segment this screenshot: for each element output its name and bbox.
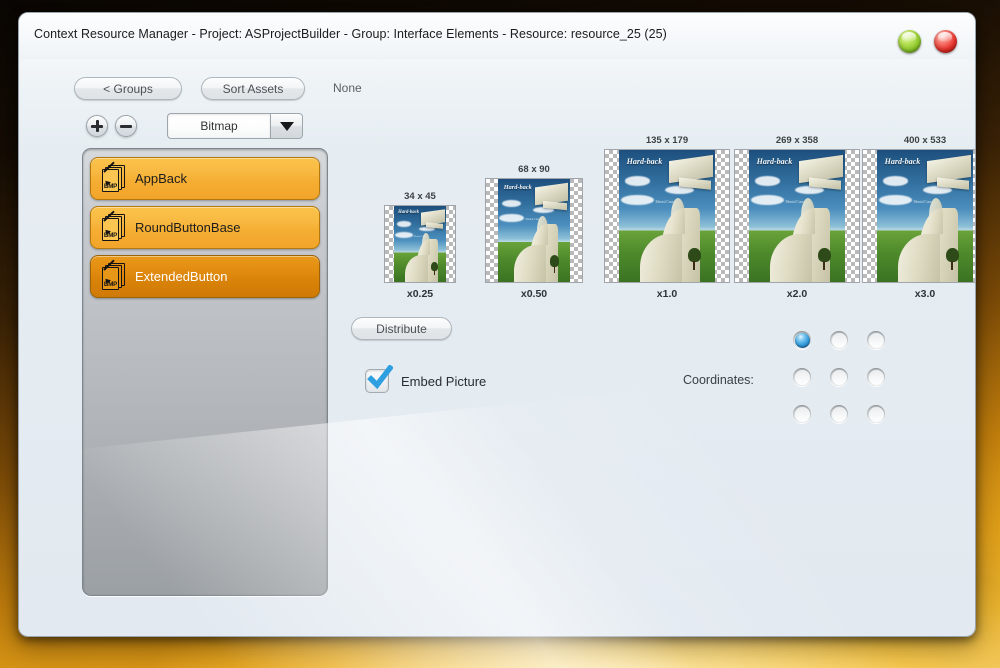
asset-list-item-label: ExtendedButton: [135, 269, 228, 284]
coordinates-block: Coordinates:: [683, 331, 898, 431]
coordinates-anchor-grid[interactable]: [793, 331, 888, 425]
asset-list-item[interactable]: BMP RoundButtonBase: [90, 206, 320, 249]
coordinates-label: Coordinates:: [683, 373, 754, 387]
radio-dot: [831, 406, 847, 422]
sort-status-label: None: [333, 81, 362, 95]
thumbnail-image[interactable]: Hard-back Mental Case: [862, 149, 975, 283]
remove-asset-button[interactable]: [115, 115, 137, 137]
asset-list-item-label: AppBack: [135, 171, 188, 186]
plus-icon: [96, 120, 99, 132]
coordinate-radio-top-center[interactable]: [830, 331, 848, 349]
radio-dot: [868, 332, 884, 348]
artwork-canvas: Hard-back Mental Case: [394, 206, 446, 282]
radio-dot: [868, 406, 884, 422]
thumbnail-scale-label: x3.0: [914, 288, 936, 300]
preview-thumbnail: 135 x 179 Hard-back Mental Case x1.0: [604, 135, 730, 300]
thumbnail-dimensions-label: 68 x 90: [518, 164, 550, 175]
embed-picture-row[interactable]: Embed Picture: [365, 365, 487, 393]
groups-back-button[interactable]: < Groups: [74, 77, 182, 100]
coordinate-radio-top-right[interactable]: [867, 331, 885, 349]
radio-dot: [831, 332, 847, 348]
asset-list-item-label: RoundButtonBase: [135, 220, 241, 235]
embed-picture-checkbox[interactable]: [365, 365, 393, 393]
checkmark-icon: [367, 365, 393, 390]
thumbnail-scale-label: x0.25: [406, 288, 434, 300]
embed-picture-label: Embed Picture: [401, 373, 487, 389]
thumbnail-scale-label: x2.0: [786, 288, 808, 300]
coordinate-radio-top-left[interactable]: [793, 331, 811, 349]
close-orb-button[interactable]: [934, 30, 957, 53]
sort-assets-button[interactable]: Sort Assets: [201, 77, 305, 100]
thumbnail-dimensions-label: 269 x 358: [775, 135, 819, 146]
thumbnail-dimensions-label: 400 x 533: [903, 135, 947, 146]
thumbnail-scale-label: x0.50: [520, 288, 548, 300]
preview-thumbnail-strip: 34 x 45 Hard-back Mental Case x0.25 68 x 90 H…: [351, 135, 975, 300]
asset-list-panel[interactable]: BMP AppBack BMP RoundButtonBase BMP ExtendedB…: [82, 148, 328, 596]
radio-dot: [794, 406, 810, 422]
title-bar: Context Resource Manager - Project: ASPr…: [19, 13, 975, 59]
desktop-background: Context Resource Manager - Project: ASPr…: [0, 0, 1000, 668]
minimize-orb-button[interactable]: [898, 30, 921, 53]
artwork-canvas: Hard-back Mental Case: [619, 150, 715, 282]
preview-thumbnail: 400 x 533 Hard-back Mental Case x3.0: [862, 135, 975, 300]
coordinate-radio-middle-right[interactable]: [867, 368, 885, 386]
distribute-button[interactable]: Distribute: [351, 317, 452, 340]
thumbnail-scale-label: x1.0: [656, 288, 678, 300]
radio-dot: [868, 369, 884, 385]
bmp-file-icon: BMP: [101, 259, 126, 291]
radio-dot: [794, 332, 810, 348]
chevron-down-icon: [279, 121, 294, 131]
thumbnail-image[interactable]: Hard-back Mental Case: [384, 205, 456, 283]
thumbnail-image[interactable]: Hard-back Mental Case: [734, 149, 860, 283]
thumbnail-image[interactable]: Hard-back Mental Case: [485, 178, 583, 283]
coordinate-radio-middle-center[interactable]: [830, 368, 848, 386]
coordinate-radio-bottom-left[interactable]: [793, 405, 811, 423]
coordinate-radio-bottom-center[interactable]: [830, 405, 848, 423]
thumbnail-dimensions-label: 34 x 45: [404, 191, 436, 202]
orb-gloss: [901, 32, 916, 42]
coordinate-radio-middle-left[interactable]: [793, 368, 811, 386]
radio-dot: [794, 369, 810, 385]
preview-thumbnail: 34 x 45 Hard-back Mental Case x0.25: [384, 191, 456, 300]
preview-thumbnail: 269 x 358 Hard-back Mental Case x2.0: [734, 135, 860, 300]
asset-type-dropdown-button[interactable]: [271, 113, 303, 139]
preview-thumbnail: 68 x 90 Hard-back Mental Case x0.50: [485, 164, 583, 300]
asset-list-item[interactable]: BMP ExtendedButton: [90, 255, 320, 298]
thumbnail-image[interactable]: Hard-back Mental Case: [604, 149, 730, 283]
asset-list-item[interactable]: BMP AppBack: [90, 157, 320, 200]
artwork-canvas: Hard-back Mental Case: [498, 179, 570, 282]
bmp-file-icon: BMP: [101, 210, 126, 242]
application-window: Context Resource Manager - Project: ASPr…: [18, 12, 976, 637]
add-asset-button[interactable]: [86, 115, 108, 137]
orb-gloss: [937, 32, 952, 42]
minus-icon: [120, 125, 132, 128]
artwork-canvas: Hard-back Mental Case: [877, 150, 973, 282]
window-title: Context Resource Manager - Project: ASPr…: [34, 27, 667, 41]
coordinate-radio-bottom-right[interactable]: [867, 405, 885, 423]
radio-dot: [831, 369, 847, 385]
asset-type-value[interactable]: Bitmap: [167, 113, 271, 139]
artwork-canvas: Hard-back Mental Case: [749, 150, 845, 282]
thumbnail-dimensions-label: 135 x 179: [645, 135, 689, 146]
bmp-file-icon: BMP: [101, 161, 126, 193]
asset-type-combobox[interactable]: Bitmap: [167, 113, 303, 139]
